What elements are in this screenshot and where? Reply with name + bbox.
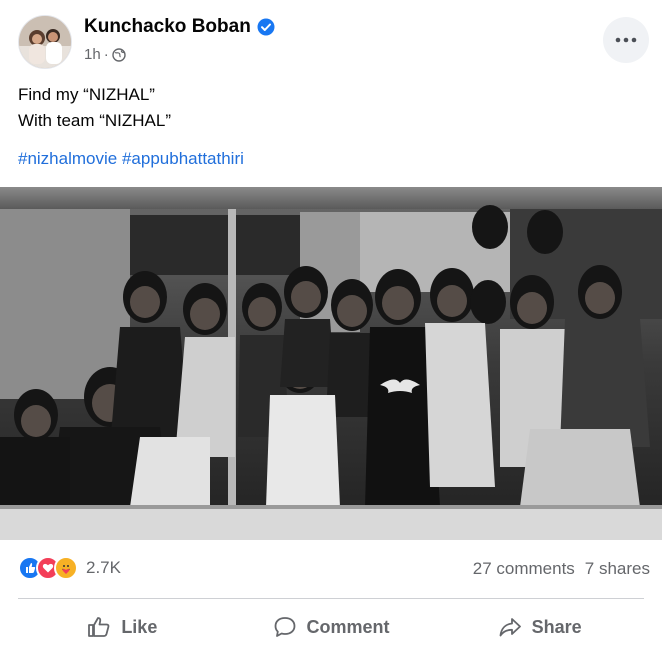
like-button[interactable]: Like	[18, 602, 227, 652]
share-arrow-icon	[499, 618, 521, 637]
comment-label: Comment	[306, 616, 390, 637]
meta-separator: ·	[103, 46, 109, 63]
action-bar: Like Comment Share	[18, 602, 644, 652]
care-reaction-icon	[54, 556, 78, 580]
share-label: Share	[531, 616, 582, 637]
like-label: Like	[121, 616, 158, 637]
hashtags: #nizhalmovie #appubhattathiri	[18, 149, 244, 169]
more-icon	[615, 37, 637, 43]
hashtag-link[interactable]: #nizhalmovie	[18, 149, 117, 168]
post-photo[interactable]	[0, 187, 662, 540]
reaction-count: 2.7K	[86, 558, 121, 577]
thumbs-up-icon	[88, 617, 110, 637]
author-avatar[interactable]	[18, 15, 72, 69]
share-button[interactable]: Share	[435, 602, 644, 652]
author-name[interactable]: Kunchacko Boban	[84, 16, 251, 38]
comment-button[interactable]: Comment	[227, 602, 436, 652]
engagement-stats: 27 comments 7 shares	[473, 559, 650, 579]
reactions-summary[interactable]: 2.7K	[18, 556, 121, 580]
caption-line-2: With team “NIZHAL”	[18, 111, 172, 130]
globe-icon	[111, 47, 126, 62]
comment-icon	[274, 617, 295, 637]
post-time[interactable]: 1h	[84, 46, 101, 63]
comments-count-link[interactable]: 27 comments	[473, 559, 575, 579]
verified-badge-icon	[257, 18, 275, 36]
divider	[18, 598, 644, 599]
shares-count-link[interactable]: 7 shares	[585, 559, 650, 579]
post-meta: 1h ·	[84, 46, 126, 63]
author-row: Kunchacko Boban	[84, 16, 275, 38]
hashtag-link[interactable]: #appubhattathiri	[122, 149, 244, 168]
caption-line-1: Find my “NIZHAL”	[18, 85, 155, 104]
more-options-button[interactable]	[603, 17, 649, 63]
facebook-post: Kunchacko Boban 1h · Find my “NIZHAL” Wi…	[0, 0, 662, 655]
